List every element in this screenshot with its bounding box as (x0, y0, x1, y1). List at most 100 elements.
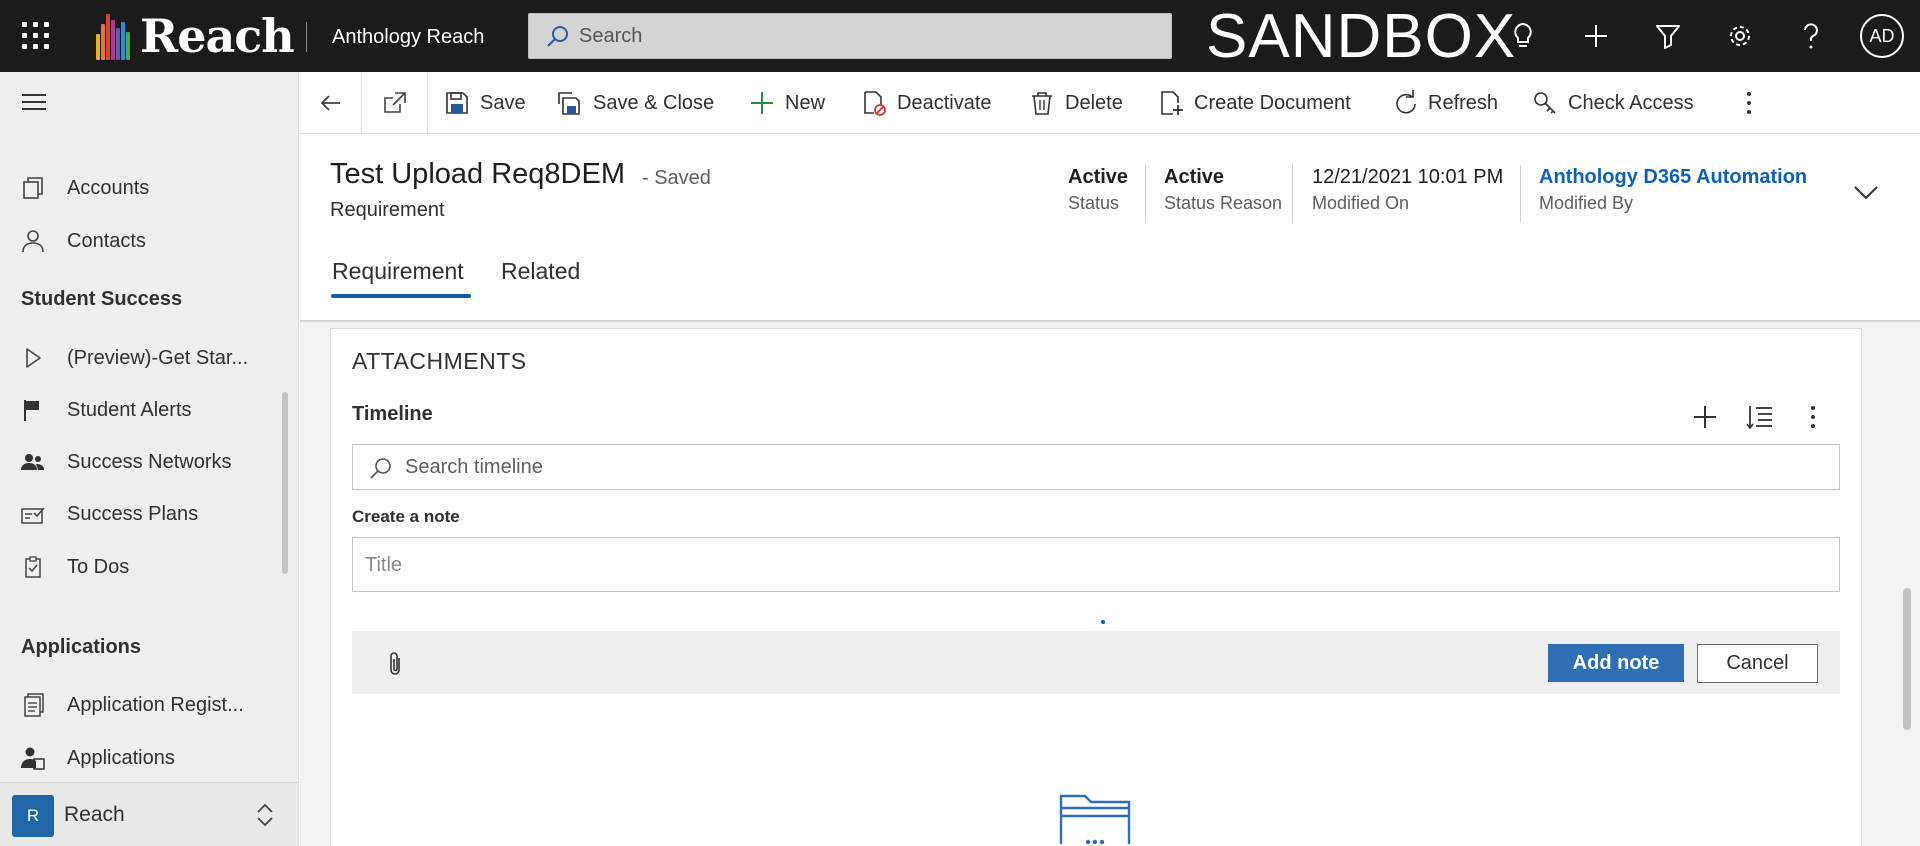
timeline-sort-button[interactable] (1744, 402, 1776, 432)
entity-name: Requirement (330, 199, 445, 221)
header-separator (1520, 165, 1521, 223)
empty-folder-icon (1059, 794, 1131, 845)
delete-button[interactable]: Delete (1029, 88, 1123, 118)
chevron-down-icon[interactable] (1852, 180, 1880, 204)
sort-list-icon (1746, 406, 1772, 430)
person-icon (22, 230, 44, 253)
active-tab-indicator (331, 294, 471, 298)
refresh-button[interactable]: Refresh (1392, 88, 1498, 118)
deactivate-button[interactable]: Deactivate (861, 88, 992, 118)
modified-by-link[interactable]: Anthology D365 Automation (1539, 166, 1807, 189)
check-access-button[interactable]: Check Access (1532, 88, 1694, 118)
refresh-icon (1396, 90, 1416, 114)
tab-requirement[interactable]: Requirement (332, 258, 464, 285)
environment-label: SANDBOX (1206, 2, 1517, 71)
play-icon (26, 348, 41, 368)
save-close-icon (558, 92, 580, 115)
search-icon (370, 458, 391, 479)
document-icon (24, 693, 44, 717)
filter-icon[interactable] (1650, 18, 1686, 54)
more-commands-icon[interactable] (1734, 88, 1764, 118)
plus-icon (1694, 406, 1716, 428)
sidebar-item-label: (Preview)-Get Star... (67, 347, 249, 369)
save-status: - Saved (642, 167, 711, 189)
plan-icon (21, 507, 45, 524)
trash-icon (1032, 92, 1052, 115)
sidebar-item-to-dos[interactable]: To Dos (0, 545, 285, 589)
top-bar: Reach Anthology Reach SANDBOX AD (0, 0, 1920, 72)
back-button[interactable] (300, 72, 362, 134)
loading-indicator (1101, 620, 1105, 624)
hamburger-menu-icon[interactable] (22, 94, 46, 110)
header-field-modified-by: Anthology D365 Automation Modified By (1539, 166, 1808, 213)
sidebar-item-student-alerts[interactable]: Student Alerts (0, 388, 285, 432)
header-separator (1145, 165, 1146, 223)
save-icon (446, 92, 468, 114)
create-note-label: Create a note (352, 507, 460, 526)
tab-related[interactable]: Related (501, 258, 580, 285)
header-field-modified-on: 12/21/2021 10:01 PM Modified On (1312, 166, 1504, 213)
logo-bars-icon (96, 12, 130, 60)
clipboard-icon (25, 556, 41, 578)
add-note-button[interactable]: Add note (1548, 644, 1684, 682)
area-badge: R (12, 795, 54, 837)
create-document-button[interactable]: Create Document (1158, 88, 1351, 118)
sidebar-item-contacts[interactable]: Contacts (0, 219, 285, 263)
sidebar-item-label: To Dos (67, 556, 130, 578)
sidebar-item-label: Student Alerts (67, 399, 192, 421)
note-title-input[interactable] (365, 552, 1825, 578)
user-avatar[interactable]: AD (1860, 14, 1904, 58)
plus-icon (751, 92, 773, 114)
plus-icon[interactable] (1578, 18, 1614, 54)
global-search[interactable] (528, 13, 1172, 59)
sidebar-item-label: Applications (67, 747, 175, 769)
sidebar-item-application-registrations[interactable]: Application Regist... (0, 683, 285, 727)
search-icon (547, 26, 568, 47)
sidebar-item-label: Success Plans (67, 503, 199, 525)
sidebar-item-label: Application Regist... (67, 694, 244, 716)
sidebar-scrollbar[interactable] (282, 392, 288, 574)
timeline-more-icon[interactable] (1797, 402, 1829, 432)
back-arrow-icon (320, 95, 340, 111)
sidebar-item-applications[interactable]: Applications (0, 736, 285, 780)
new-document-icon (1161, 91, 1183, 115)
brand-name: Reach (140, 9, 295, 63)
divider (306, 22, 307, 52)
flag-icon (24, 400, 39, 421)
new-button[interactable]: New (749, 88, 825, 118)
global-search-input[interactable] (579, 22, 1139, 50)
area-switcher[interactable]: R Reach (0, 782, 299, 846)
open-in-new-window-button[interactable] (362, 72, 428, 134)
sidebar-group-student-success: Student Success (21, 288, 183, 310)
app-name[interactable]: Anthology Reach (332, 26, 484, 49)
sidebar-item-success-plans[interactable]: Success Plans (0, 492, 285, 536)
sidebar-item-get-started[interactable]: (Preview)-Get Star... (0, 336, 285, 380)
sidebar-item-label: Success Networks (67, 451, 232, 473)
sidebar-item-label: Contacts (67, 230, 146, 252)
accounts-icon (23, 177, 43, 199)
save-button[interactable]: Save (444, 88, 526, 118)
record-title: Test Upload Req8DEM (330, 158, 625, 190)
section-title: ATTACHMENTS (352, 348, 527, 374)
people-icon (21, 454, 44, 470)
sidebar-group-applications: Applications (21, 636, 142, 658)
header-field-status: Active Status (1068, 166, 1129, 213)
gear-icon[interactable] (1722, 18, 1758, 54)
main-scrollbar[interactable] (1903, 588, 1911, 730)
pop-out-icon (383, 92, 406, 113)
paperclip-icon[interactable] (384, 650, 406, 678)
cancel-button[interactable]: Cancel (1697, 644, 1818, 683)
timeline-search[interactable] (352, 444, 1840, 490)
lightbulb-icon[interactable] (1505, 18, 1541, 54)
timeline-add-button[interactable] (1689, 402, 1721, 432)
note-title-field[interactable] (352, 537, 1840, 592)
header-separator (1292, 165, 1293, 223)
help-icon[interactable] (1793, 18, 1829, 54)
app-launcher-icon[interactable] (22, 22, 50, 50)
save-close-button[interactable]: Save & Close (557, 88, 714, 118)
timeline-search-input[interactable] (405, 454, 1805, 480)
timeline-title: Timeline (352, 403, 433, 425)
sidebar-item-accounts[interactable]: Accounts (0, 166, 285, 210)
sidebar: Accounts Contacts Student Success (Previ… (0, 72, 299, 846)
sidebar-item-success-networks[interactable]: Success Networks (0, 440, 285, 484)
